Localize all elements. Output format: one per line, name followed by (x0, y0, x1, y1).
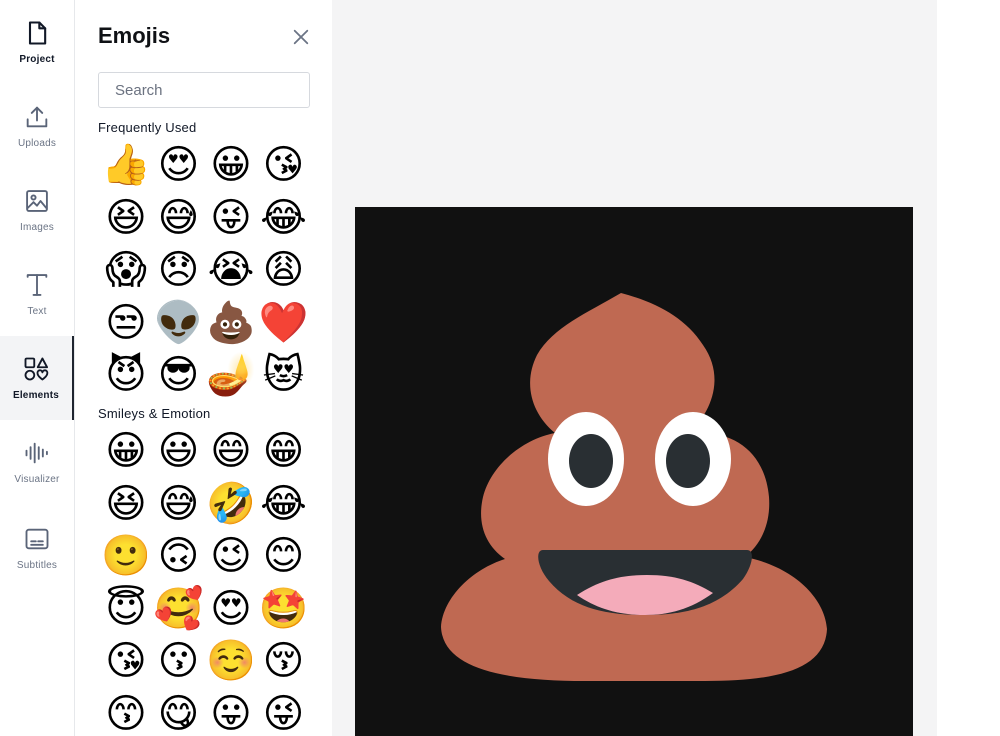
sidebar-item-uploads[interactable]: Uploads (0, 84, 74, 168)
emoji-button[interactable]: 😱 (100, 244, 152, 296)
emoji-button[interactable]: 💩 (205, 297, 257, 349)
emoji-button[interactable]: 🙃 (153, 530, 205, 582)
emoji-button[interactable]: 😇 (100, 583, 152, 635)
emoji-button[interactable]: 👍 (100, 139, 152, 191)
emoji-button[interactable]: 😁 (258, 425, 310, 477)
emoji-button[interactable]: 😅 (153, 478, 205, 530)
emoji-grid-smileys-emotion: 😀 😃 😄 😁 😆 😅 🤣 😂 🙂 🙃 😉 😊 😇 🥰 😍 🤩 😘 😗 ☺️ 😚 😙 😋 😛 😜 (100, 425, 310, 736)
emoji-button[interactable]: 😘 (100, 635, 152, 687)
emoji-button[interactable]: 🤩 (258, 583, 310, 635)
emoji-button[interactable]: 👽 (153, 297, 205, 349)
emoji-button[interactable]: 😆 (100, 478, 152, 530)
emoji-button[interactable]: ❤️ (258, 297, 310, 349)
emoji-button[interactable]: 🪔 (205, 349, 257, 401)
artboard[interactable] (355, 207, 913, 736)
emoji-button[interactable]: 😒 (100, 297, 152, 349)
emoji-button[interactable]: 😻 (258, 349, 310, 401)
emoji-button[interactable]: 🙂 (100, 530, 152, 582)
waveform-icon (25, 442, 48, 464)
right-margin (937, 0, 1000, 736)
sidebar-item-label: Uploads (17, 138, 57, 149)
subtitles-icon (25, 528, 49, 550)
sidebar-item-label: Text (27, 306, 47, 317)
sidebar-item-label: Project (19, 54, 55, 65)
emoji-button[interactable]: ☺️ (205, 635, 257, 687)
image-icon (26, 190, 48, 212)
text-icon (26, 274, 48, 296)
sidebar-item-label: Subtitles (16, 560, 58, 571)
emoji-button[interactable]: 😍 (153, 139, 205, 191)
sidebar-item-project[interactable]: Project (0, 0, 74, 84)
emoji-button[interactable]: 😙 (100, 688, 152, 736)
emoji-button[interactable]: 😚 (258, 635, 310, 687)
sidebar-item-label: Images (20, 222, 54, 233)
emoji-button[interactable]: 😋 (153, 688, 205, 736)
emoji-button[interactable]: 😀 (205, 139, 257, 191)
upload-icon (26, 106, 48, 128)
emoji-button[interactable]: 😈 (100, 349, 152, 401)
sidebar-item-subtitles[interactable]: Subtitles (0, 506, 74, 590)
shapes-icon (24, 357, 49, 381)
sidebar-item-images[interactable]: Images (0, 168, 74, 252)
emoji-button[interactable]: 😄 (205, 425, 257, 477)
editor-app: Project Uploads Images Text Elements Vis… (0, 0, 1000, 736)
emoji-button[interactable]: 😎 (153, 349, 205, 401)
emoji-panel: Emojis Frequently Used 👍😍😀😘😆😅😜😂😱😞😭😩😒👽💩❤️… (75, 0, 332, 736)
section-title-smileys-emotion: Smileys & Emotion (98, 406, 211, 421)
emoji-button[interactable]: 😛 (205, 688, 257, 736)
left-sidebar: Project Uploads Images Text Elements Vis… (0, 0, 75, 736)
sidebar-item-visualizer[interactable]: Visualizer (0, 420, 74, 504)
sidebar-item-text[interactable]: Text (0, 252, 74, 336)
emoji-button[interactable]: 😂 (258, 478, 310, 530)
emoji-button[interactable]: 🥰 (153, 583, 205, 635)
emoji-button[interactable]: 😅 (153, 192, 205, 244)
section-title-frequently-used: Frequently Used (98, 120, 197, 135)
sidebar-item-label: Visualizer (14, 474, 60, 485)
emoji-grid-frequently-used: 👍 😍 😀 😘 😆 😅 😜 😂 😱 😞 😭 😩 😒 👽 💩 ❤️ 😈 😎 🪔 😻 (100, 139, 310, 402)
pile-of-poo-icon[interactable] (355, 207, 913, 736)
emoji-button[interactable]: 😍 (205, 583, 257, 635)
emoji-button[interactable]: 😭 (205, 244, 257, 296)
emoji-button[interactable]: 😜 (258, 688, 310, 736)
emoji-button[interactable]: 😀 (100, 425, 152, 477)
emoji-search-input[interactable] (98, 72, 310, 108)
canvas-workspace (332, 0, 937, 736)
emoji-button[interactable]: 😞 (153, 244, 205, 296)
emoji-button[interactable]: 😆 (100, 192, 152, 244)
emoji-button[interactable]: 😉 (205, 530, 257, 582)
close-icon (293, 29, 309, 45)
panel-title: Emojis (98, 23, 171, 48)
close-panel-button[interactable] (288, 24, 314, 50)
emoji-button[interactable]: 🤣 (205, 478, 257, 530)
emoji-button[interactable]: 😊 (258, 530, 310, 582)
sidebar-item-label: Elements (12, 390, 60, 401)
file-icon (28, 21, 47, 45)
emoji-button[interactable]: 😃 (153, 425, 205, 477)
emoji-button[interactable]: 😂 (258, 192, 310, 244)
emoji-button[interactable]: 😘 (258, 139, 310, 191)
sidebar-item-elements[interactable]: Elements (0, 336, 74, 420)
emoji-button[interactable]: 😩 (258, 244, 310, 296)
emoji-button[interactable]: 😜 (205, 192, 257, 244)
emoji-button[interactable]: 😗 (153, 635, 205, 687)
